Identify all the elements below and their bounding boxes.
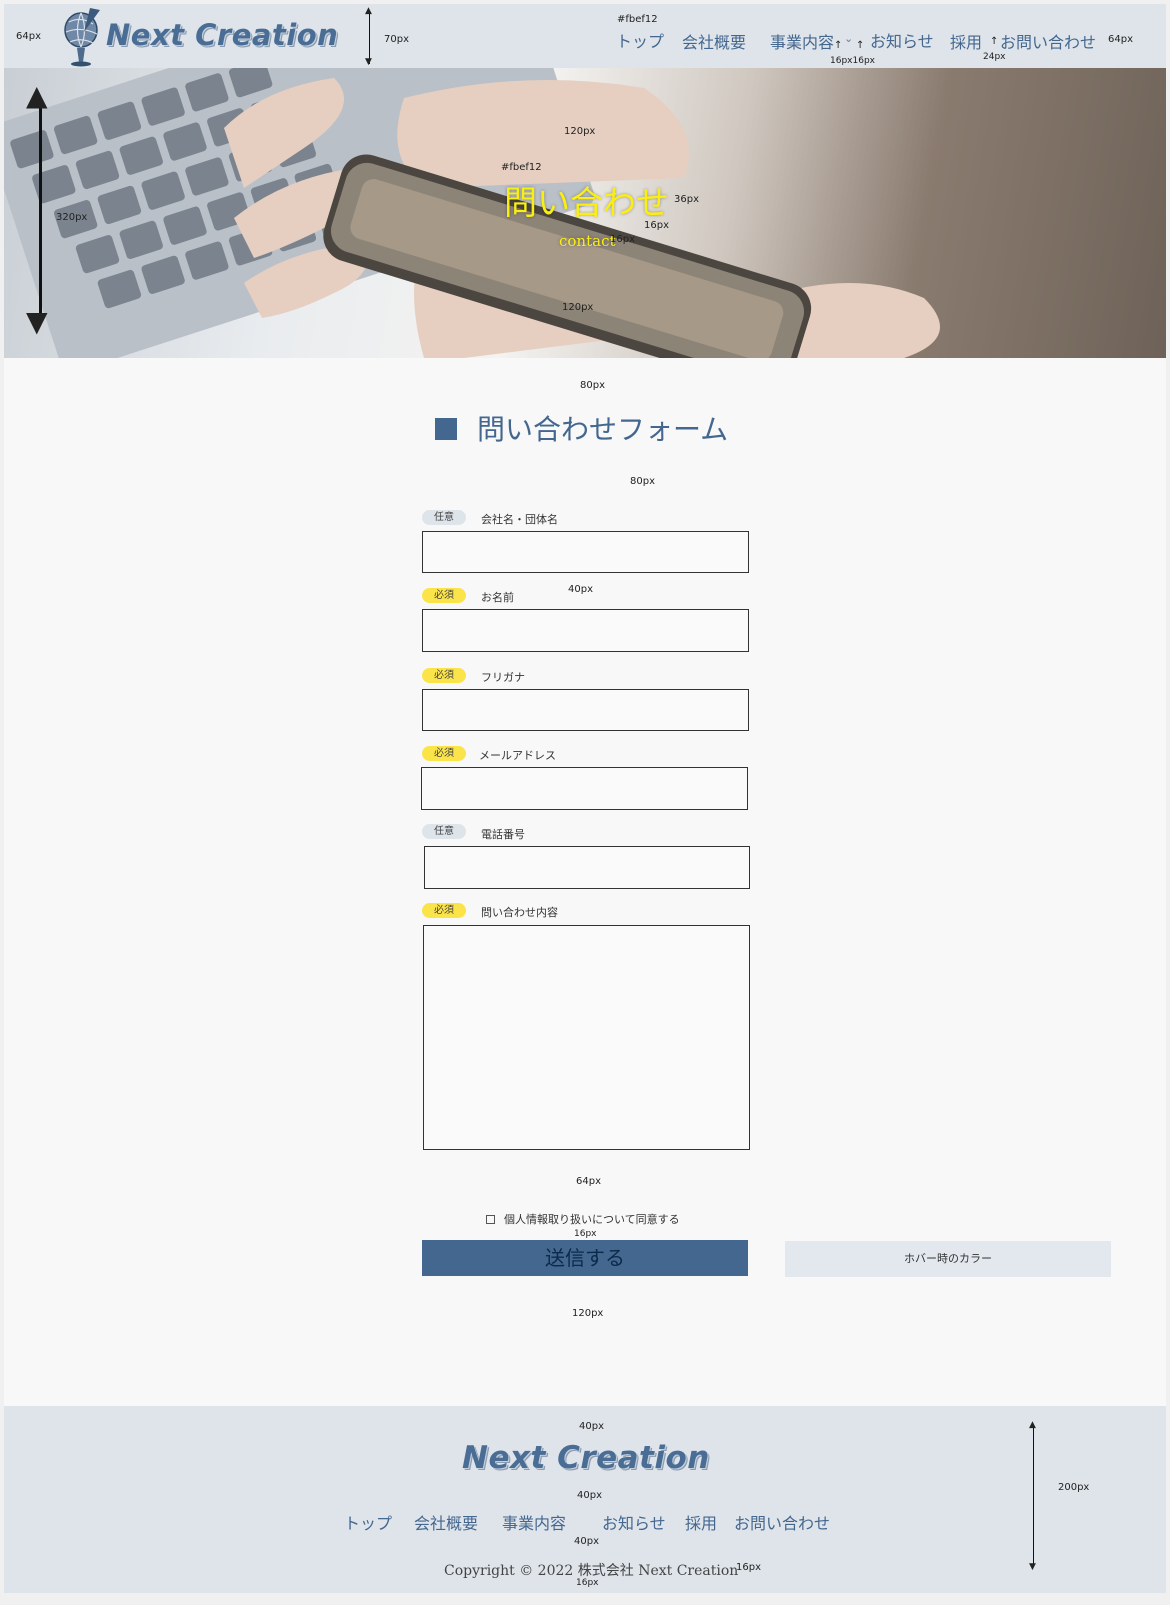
height-arrow-line <box>1033 1426 1034 1566</box>
name-input[interactable] <box>422 609 749 652</box>
annotation-gap: 16px <box>644 220 669 231</box>
optional-badge: 任意 <box>422 510 466 525</box>
consent-label: 個人情報取り扱いについて同意する <box>504 1213 680 1226</box>
footer-logo-text[interactable]: Next Creation <box>462 1440 710 1476</box>
field-label-email: メールアドレス <box>479 749 556 762</box>
nav-news[interactable]: お知らせ <box>870 28 934 52</box>
annotation-color: #fbef12 <box>501 162 542 173</box>
email-input[interactable] <box>421 767 748 810</box>
field-label-name: お名前 <box>481 591 514 604</box>
annotation-left-padding: 64px <box>16 31 41 42</box>
annotation-top-padding: 40px <box>579 1421 604 1432</box>
annotation-footer-height: 200px <box>1058 1482 1090 1493</box>
site-header: Next Creation 64px ▲ ▼ 70px #fbef12 トップ … <box>4 4 1166 68</box>
hero-subtitle: contact <box>559 232 616 250</box>
field-label-company: 会社名・団体名 <box>481 513 558 526</box>
optional-badge: 任意 <box>422 824 466 839</box>
required-badge: 必須 <box>422 668 466 683</box>
copyright: Copyright © 2022 株式会社 Next Creation <box>444 1563 739 1579</box>
nav-contact[interactable]: お問い合わせ <box>1000 29 1096 53</box>
tick-arrow-icon: ↑ <box>990 36 999 47</box>
annotation-font-size: 16px <box>736 1562 761 1573</box>
annotation-top-padding: 120px <box>564 126 596 137</box>
submit-button[interactable]: 送信する <box>422 1240 748 1276</box>
company-input[interactable] <box>422 531 749 573</box>
annotation-bottom-padding: 120px <box>572 1308 604 1319</box>
annotation-header-height: 70px <box>384 34 409 45</box>
arrow-head-down-icon: ▼ <box>26 305 48 338</box>
header-logo-text[interactable]: Next Creation <box>106 18 338 52</box>
message-textarea[interactable] <box>423 925 750 1150</box>
arrow-head-up-icon: ▲ <box>1029 1420 1036 1430</box>
annotation-gap: 40px <box>577 1490 602 1501</box>
nav-business[interactable]: 事業内容 <box>770 29 834 53</box>
annotation-right-padding: 64px <box>1108 34 1133 45</box>
annotation-bottom-padding: 120px <box>562 302 594 313</box>
annotation-gap: 24px <box>983 52 1006 62</box>
annotation-font-size: 36px <box>674 194 699 205</box>
hover-color-sample: ホバー時のカラー <box>785 1241 1111 1277</box>
consent-row[interactable]: 個人情報取り扱いについて同意する <box>486 1211 680 1227</box>
phone-input[interactable] <box>424 846 750 889</box>
footer-nav-contact[interactable]: お問い合わせ <box>734 1510 830 1534</box>
square-bullet-icon <box>435 418 457 440</box>
chevron-down-icon[interactable]: ⌄ <box>844 32 853 45</box>
annotation-gap: 80px <box>630 476 655 487</box>
required-badge: 必須 <box>422 588 466 603</box>
required-badge: 必須 <box>422 746 466 761</box>
field-label-furigana: フリガナ <box>481 671 525 684</box>
nav-recruit[interactable]: 採用 <box>950 29 982 53</box>
hero-title: 問い合わせ <box>504 183 669 222</box>
annotation-hero-height: 320px <box>56 212 88 223</box>
footer-nav-company[interactable]: 会社概要 <box>414 1510 478 1534</box>
annotation-color: #fbef12 <box>617 14 658 25</box>
annotation-section-padding: 80px <box>580 380 605 391</box>
tick-arrow-icon: ↑ <box>856 40 865 51</box>
field-label-phone: 電話番号 <box>481 828 525 841</box>
nav-top[interactable]: トップ <box>616 28 664 52</box>
annotation-gap: 64px <box>576 1176 601 1187</box>
annotation-font-size: 16px <box>610 234 635 245</box>
hero-banner: 120px #fbef12 問い合わせ 36px 16px contact 16… <box>4 68 1166 358</box>
height-arrow-line <box>39 106 42 324</box>
annotation-bottom-padding: 16px <box>576 1578 599 1588</box>
footer-nav-recruit[interactable]: 採用 <box>685 1510 717 1534</box>
annotation-gap: 16px16px <box>830 56 875 66</box>
page-frame: Next Creation 64px ▲ ▼ 70px #fbef12 トップ … <box>4 4 1166 1593</box>
tick-arrow-icon: ↑ <box>834 40 843 51</box>
footer-nav-business[interactable]: 事業内容 <box>502 1510 566 1534</box>
field-label-message: 問い合わせ内容 <box>481 906 558 919</box>
globe-logo-icon <box>64 8 100 67</box>
consent-checkbox[interactable] <box>486 1215 495 1224</box>
site-footer: 40px Next Creation 40px トップ 会社概要 事業内容 お知… <box>4 1406 1166 1593</box>
arrow-head-up-icon: ▲ <box>365 6 372 16</box>
annotation-gap: 16px <box>574 1229 597 1239</box>
arrow-head-down-icon: ▼ <box>365 57 372 67</box>
arrow-head-up-icon: ▲ <box>26 79 48 112</box>
furigana-input[interactable] <box>422 689 749 731</box>
annotation-gap: 40px <box>574 1536 599 1547</box>
footer-nav-top[interactable]: トップ <box>344 1510 392 1534</box>
nav-company[interactable]: 会社概要 <box>682 29 746 53</box>
required-badge: 必須 <box>422 903 466 918</box>
annotation-gap: 40px <box>568 584 593 595</box>
footer-nav-news[interactable]: お知らせ <box>602 1510 666 1534</box>
arrow-head-down-icon: ▼ <box>1029 1562 1036 1572</box>
